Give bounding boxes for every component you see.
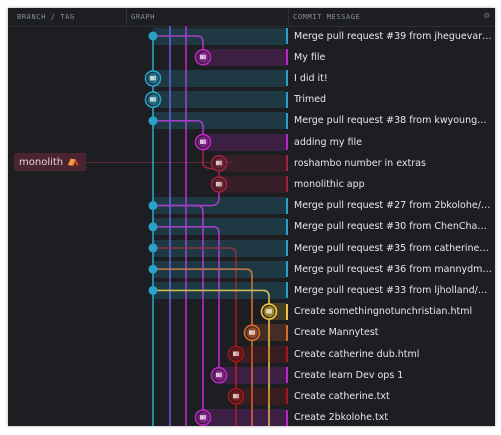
commit-row[interactable]: Trimed [286, 89, 495, 110]
branch-color-marker [286, 324, 288, 341]
commit-message: I did it! [294, 72, 328, 84]
branch-color-marker [286, 134, 288, 150]
commit-row-highlight [153, 112, 286, 130]
commit-row-highlight [252, 324, 286, 342]
branch-color-marker [286, 388, 288, 405]
commit-row-highlight [153, 91, 286, 109]
commit-message: Merge pull request #30 from ChenChang58/… [294, 221, 492, 233]
commit-message: Create catherine.txt [294, 390, 390, 402]
commit-message: Merge pull request #38 from kwyoung11/ma… [294, 115, 492, 127]
branch-color-marker [286, 176, 288, 193]
commit-row-highlight [153, 260, 286, 278]
commit-row[interactable]: roshambo number in extras [286, 153, 495, 174]
commit-row[interactable]: Create 2bkolohe.txt [286, 407, 495, 426]
commit-row[interactable]: Merge pull request #35 from catherine-ng… [286, 238, 495, 259]
commit-row[interactable]: Create catherine.txt [286, 386, 495, 407]
commit-row-highlight [153, 69, 286, 87]
commit-row-highlight [236, 345, 286, 363]
commit-row-highlight [236, 387, 286, 405]
commit-row[interactable]: Merge pull request #39 from jheguevara/m… [286, 26, 495, 47]
commit-row-highlight [219, 175, 286, 193]
branch-color-marker [286, 409, 288, 426]
commit-row[interactable]: My file [286, 47, 495, 68]
commit-row[interactable]: Merge pull request #38 from kwyoung11/ma… [286, 110, 495, 131]
branch-color-marker [286, 282, 288, 299]
branch-color-marker [286, 197, 288, 214]
commit-row-highlight [269, 303, 286, 321]
commit-row[interactable]: I did it! [286, 68, 495, 89]
graph-branch-line [153, 204, 204, 418]
commit-message: monolithic app [294, 178, 365, 190]
branch-color-marker [286, 367, 288, 384]
commit-row-highlight [219, 366, 286, 384]
branch-color-marker [286, 70, 288, 87]
branch-color-marker [286, 261, 288, 278]
commit-row-highlight [153, 281, 286, 299]
commit-row[interactable]: monolithic app [286, 174, 495, 195]
commit-message: Merge pull request #33 from ljholland/ma… [294, 284, 492, 296]
commit-row[interactable]: Create Mannytest [286, 322, 495, 343]
commit-row-highlight [153, 27, 286, 45]
commit-message: Create Mannytest [294, 327, 379, 339]
branch-color-marker [286, 112, 288, 129]
commit-row-highlight [219, 154, 286, 172]
commit-message: Create learn Dev ops 1 [294, 369, 404, 381]
commit-row-highlight [153, 218, 286, 236]
commit-row[interactable]: Create learn Dev ops 1 [286, 365, 495, 386]
commit-message: My file [294, 51, 326, 63]
commit-message: Trimed [294, 94, 327, 106]
commit-row[interactable]: Merge pull request #36 from mannydmv1/pa… [286, 259, 495, 280]
commit-row[interactable]: Merge pull request #33 from ljholland/ma… [286, 280, 495, 301]
commit-message: roshambo number in extras [294, 157, 426, 169]
commit-message: Create 2bkolohe.txt [294, 412, 389, 424]
commit-row[interactable]: Create catherine dub.html [286, 344, 495, 365]
commit-row-highlight [203, 48, 286, 66]
commit-row-highlight [153, 239, 286, 257]
commit-message: Merge pull request #35 from catherine-ng… [294, 242, 492, 254]
branch-color-marker [286, 155, 288, 172]
branch-color-marker [286, 28, 288, 44]
commit-message: adding my file [294, 136, 362, 148]
branch-color-marker [286, 240, 288, 256]
commit-row[interactable]: adding my file [286, 132, 495, 153]
commit-message: Merge pull request #27 from 2bkolohe/mas… [294, 200, 492, 212]
commit-message: Create catherine dub.html [294, 348, 420, 360]
branch-color-marker [286, 91, 288, 108]
commit-graph-panel: BRANCH / TAG GRAPH COMMIT MESSAGE ⚙ mono… [8, 8, 495, 426]
commit-row[interactable]: Create somethingnotunchristian.html [286, 301, 495, 322]
branch-color-marker [286, 346, 288, 362]
commit-row-highlight [153, 197, 286, 215]
branch-color-marker [286, 49, 288, 66]
branch-color-marker [286, 303, 288, 320]
commit-row-highlight [203, 409, 286, 426]
commit-message: Merge pull request #39 from jheguevara/m… [294, 30, 492, 42]
commit-row-highlight [203, 133, 286, 151]
commit-message: Merge pull request #36 from mannydmv1/pa… [294, 263, 492, 275]
branch-color-marker [286, 218, 288, 235]
commit-row[interactable]: Merge pull request #30 from ChenChang58/… [286, 216, 495, 237]
commit-message: Create somethingnotunchristian.html [294, 306, 473, 318]
commit-row[interactable]: Merge pull request #27 from 2bkolohe/mas… [286, 195, 495, 216]
